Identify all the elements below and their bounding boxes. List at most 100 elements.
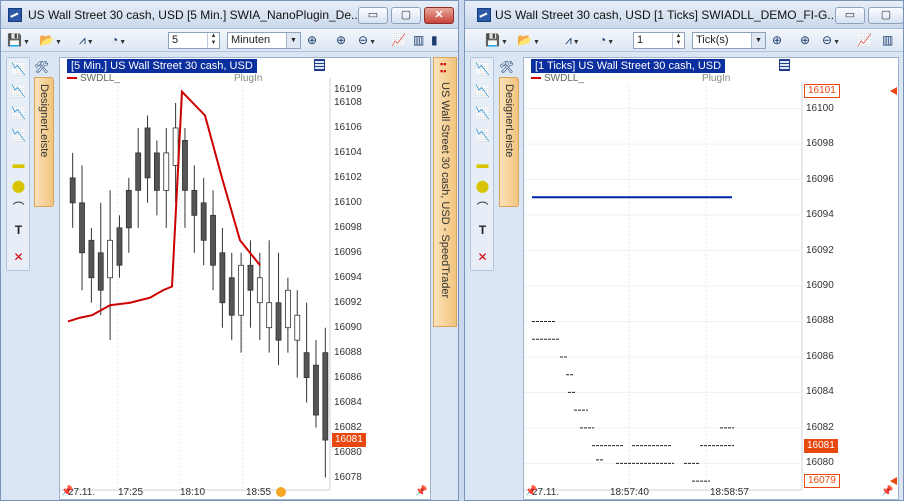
rectangle-tool-icon[interactable]: ▬ (474, 157, 491, 172)
crosshair-icon[interactable]: ⊕ (772, 32, 782, 49)
candle-body (266, 302, 273, 329)
indicator-2-icon[interactable]: 📉 (10, 84, 27, 99)
rectangle-tool-icon[interactable]: ▬ (10, 157, 27, 172)
save-icon[interactable]: 💾▼ (7, 32, 30, 49)
chart-area[interactable]: [5 Min.] US Wall Street 30 cash, USD SWD… (59, 57, 431, 500)
price-label: 16084 (806, 386, 834, 398)
price-label: 16078 (334, 471, 362, 483)
bar-chart-icon[interactable]: ▥ (413, 32, 424, 49)
bar-chart-icon[interactable]: ▥ (882, 32, 893, 49)
ellipse-tool-icon[interactable]: ⬤ (10, 179, 27, 194)
price-label: 16108 (334, 96, 362, 108)
candle-body (256, 277, 263, 304)
designer-bar-tab[interactable]: DesignerLeiste (34, 77, 54, 207)
range-high-marker (890, 86, 897, 95)
pin-icon[interactable]: 📌 (61, 486, 73, 497)
line-chart-icon[interactable]: 📈 (857, 32, 872, 49)
zoom-out-icon[interactable]: ⊖▼ (358, 32, 376, 49)
title-bar[interactable]: US Wall Street 30 cash, USD [1 Ticks] SW… (465, 1, 903, 29)
indicator-2-icon[interactable]: 📉 (474, 84, 491, 99)
text-tool-icon[interactable]: T (474, 223, 491, 238)
price-label: 16084 (334, 396, 362, 408)
candlestick-chart (60, 78, 331, 491)
indicator-3-icon[interactable]: 📉 (474, 106, 491, 121)
zoom-out-icon[interactable]: ⊖▼ (822, 32, 840, 49)
candle-body (125, 189, 132, 229)
open-folder-icon[interactable]: 📂▼ (517, 32, 540, 49)
tick-chart (524, 82, 803, 491)
indicator-1-icon[interactable]: 📉 (474, 62, 491, 77)
price-label: 16080 (806, 457, 834, 469)
delete-tool-icon[interactable]: ✕ (10, 250, 27, 265)
maximize-button[interactable]: ▢ (391, 7, 421, 24)
designer-bar-tab[interactable]: DesignerLeiste (499, 77, 519, 207)
candle-body (191, 189, 198, 216)
clock-icon[interactable]: ◔▼ (599, 32, 614, 49)
candle-body (294, 314, 301, 341)
chart-area[interactable]: [1 Ticks] US Wall Street 30 cash, USD SW… (523, 57, 899, 500)
close-button[interactable]: ✕ (424, 7, 454, 24)
ellipse-tool-icon[interactable]: ⬤ (474, 179, 491, 194)
spin-buttons[interactable]: ▲ ▼ (207, 33, 219, 48)
delete-tool-icon[interactable]: ✕ (474, 250, 491, 265)
chevron-down-icon[interactable]: ▼ (751, 33, 765, 48)
open-folder-icon[interactable]: 📂▼ (39, 32, 62, 49)
indicator-4-icon[interactable]: 📉 (474, 128, 491, 143)
line-chart-icon[interactable]: 📈 (391, 32, 406, 49)
candle-body (153, 152, 160, 191)
arc-tool-icon[interactable]: ⌒ (474, 201, 491, 216)
price-label: 16086 (806, 350, 834, 362)
period-unit-select[interactable]: Tick(s) ▼ (692, 32, 766, 49)
minimize-button[interactable]: ▭ (835, 7, 865, 24)
crosshair-icon[interactable]: ⊕ (307, 32, 317, 49)
price-label: 16096 (806, 173, 834, 185)
drawing-tools-sidebar: 📉 📉 📉 📉 ▬ ⬤ ⌒ T ✕ (6, 57, 30, 271)
chart-type-icon[interactable]: ⩘▼ (79, 32, 94, 49)
pin-icon[interactable]: 📌 (415, 486, 427, 497)
price-label: 16100 (334, 196, 362, 208)
zoom-in-icon[interactable]: ⊕ (336, 32, 346, 49)
candle-body (228, 277, 235, 316)
time-label: 17:25 (118, 487, 144, 498)
period-value-input[interactable]: 5 ▲ ▼ (168, 32, 220, 49)
designer-bar-label: DesignerLeiste (38, 84, 50, 158)
pin-icon[interactable]: 📌 (881, 486, 893, 497)
tools-wrench-icon[interactable]: 🛠 (499, 59, 514, 76)
chart-type-icon[interactable]: ⩘▼ (565, 32, 580, 49)
chart-toolbar: 💾▼ 📂▼ ⩘▼ ◔▼ 1 ▲ ▼ Tick(s) ▼ ⊕ ⊕ ⊖▼ 📈 ▥ (465, 29, 903, 52)
save-icon[interactable]: 💾▼ (485, 32, 508, 49)
chart-window-5min: US Wall Street 30 cash, USD [5 Min.] SWI… (0, 0, 459, 501)
candle-body (210, 214, 216, 266)
price-label: 16100 (806, 102, 834, 114)
candle-body (69, 177, 76, 204)
price-label: 16086 (334, 371, 362, 383)
speedtrader-tab[interactable]: ▪▪ ▪▪ US Wall Street 30 cash, USD - Speed… (433, 57, 457, 327)
price-label: 16080 (334, 446, 362, 458)
arc-tool-icon[interactable]: ⌒ (10, 201, 27, 216)
clock-icon[interactable]: ◔▼ (111, 32, 126, 49)
indicator-1-icon[interactable]: 📉 (10, 62, 27, 77)
spin-buttons[interactable]: ▲ ▼ (672, 33, 684, 48)
price-label: 16088 (806, 315, 834, 327)
indicator-3-icon[interactable]: 📉 (10, 106, 27, 121)
minimize-button[interactable]: ▭ (358, 7, 388, 24)
designer-bar-label: DesignerLeiste (503, 84, 515, 158)
candle-body (163, 152, 170, 191)
period-unit-select[interactable]: Minuten ▼ (227, 32, 301, 49)
candle-body (79, 202, 85, 254)
zoom-in-icon[interactable]: ⊕ (800, 32, 810, 49)
period-value-input[interactable]: 1 ▲ ▼ (633, 32, 685, 49)
pin-icon[interactable]: 📌 (525, 486, 537, 497)
time-label: 18:57:40 (610, 487, 649, 498)
price-label: 16094 (806, 209, 834, 221)
candle-body (172, 127, 179, 166)
tools-wrench-icon[interactable]: 🛠 (34, 59, 49, 76)
title-bar[interactable]: US Wall Street 30 cash, USD [5 Min.] SWI… (1, 1, 458, 29)
flag-icon[interactable]: ▮ (431, 32, 438, 49)
indicator-4-icon[interactable]: 📉 (10, 128, 27, 143)
time-label: 18:58:57 (710, 487, 749, 498)
chevron-down-icon[interactable]: ▼ (286, 33, 300, 48)
maximize-button[interactable]: ▢ (868, 7, 903, 24)
price-label: 16092 (806, 244, 834, 256)
text-tool-icon[interactable]: T (10, 223, 27, 238)
